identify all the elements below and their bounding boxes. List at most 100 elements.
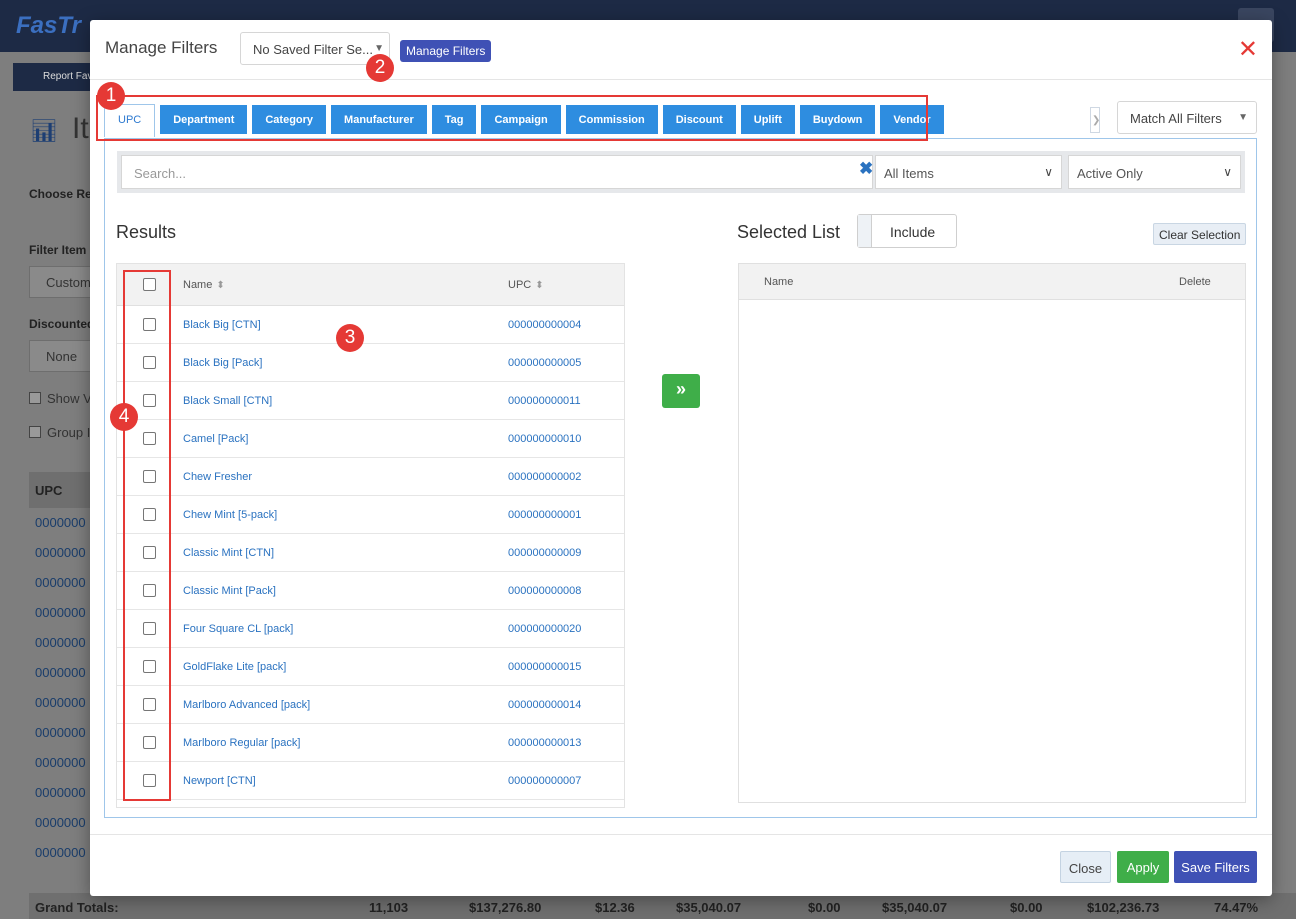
search-input[interactable]: Search... [121, 155, 873, 189]
status-select[interactable]: Active Only ∨ [1068, 155, 1241, 189]
item-upc-link[interactable]: 000000000009 [508, 547, 581, 559]
results-title: Results [116, 222, 177, 242]
grand-totals-row: Grand Totals: 11,103 $137,276.80 $12.36 … [29, 893, 1296, 919]
bg-table-cell[interactable]: 0000000 [35, 815, 86, 830]
choose-report-label: Choose Rep [29, 187, 100, 201]
item-name-link[interactable]: Marlboro Advanced [pack] [183, 699, 310, 711]
manage-filters-modal: Manage Filters No Saved Filter Se... ▼ M… [90, 20, 1272, 896]
total-value: $137,276.80 [469, 900, 542, 915]
close-button[interactable]: Close [1060, 851, 1111, 883]
match-filters-value: Match All Filters [1130, 111, 1222, 126]
total-value: $12.36 [595, 900, 635, 915]
bg-table-cell[interactable]: 0000000 [35, 725, 86, 740]
item-name-link[interactable]: Marlboro Regular [pack] [183, 737, 300, 749]
table-row: Marlboro Advanced [pack] 000000000014 [117, 686, 624, 724]
app-logo: FasTr [16, 12, 81, 39]
items-select[interactable]: All Items ∨ [875, 155, 1062, 189]
table-row: Camel [Pack] 000000000010 [117, 420, 624, 458]
column-header-name[interactable]: Name ⬍ [183, 279, 225, 291]
manage-filters-button[interactable]: Manage Filters [400, 40, 492, 62]
bg-table-cell[interactable]: 0000000 [35, 845, 86, 860]
saved-filter-value: No Saved Filter Se... [253, 42, 373, 57]
item-name-link[interactable]: Black Big [Pack] [183, 357, 262, 369]
total-value: $0.00 [1010, 900, 1043, 915]
clear-selection-button[interactable]: Clear Selection [1153, 223, 1247, 245]
item-upc-link[interactable]: 000000000004 [508, 319, 581, 331]
item-upc-link[interactable]: 000000000020 [508, 623, 581, 635]
match-filters-select[interactable]: Match All Filters ▼ [1117, 101, 1257, 134]
item-name-link[interactable]: Black Small [CTN] [183, 395, 272, 407]
total-value: $35,040.07 [676, 900, 742, 915]
bg-table-cell[interactable]: 0000000 [35, 545, 86, 560]
table-row: GoldFlake Lite [pack] 000000000015 [117, 648, 624, 686]
table-row: Marlboro Regular [pack] 000000000013 [117, 724, 624, 762]
bg-table-header-upc: UPC [29, 472, 91, 508]
apply-button[interactable]: Apply [1117, 851, 1169, 883]
item-upc-link[interactable]: 000000000010 [508, 433, 581, 445]
group-checkbox[interactable]: Group I [29, 425, 90, 440]
item-upc-link[interactable]: 000000000015 [508, 661, 581, 673]
item-name-link[interactable]: Camel [Pack] [183, 433, 248, 445]
include-toggle[interactable]: Include [857, 214, 957, 248]
filter-items-select[interactable]: Custom [29, 266, 91, 298]
table-row: Black Small [CTN] 000000000011 [117, 382, 624, 420]
item-upc-link[interactable]: 000000000008 [508, 585, 581, 597]
sort-icon: ⬍ [216, 280, 225, 291]
total-value: $102,236.73 [1087, 900, 1160, 915]
modal-header: Manage Filters No Saved Filter Se... ▼ M… [90, 20, 1272, 80]
close-icon[interactable]: ✕ [1238, 38, 1258, 62]
item-upc-link[interactable]: 000000000001 [508, 509, 581, 521]
clear-search-icon[interactable]: ✖ [859, 159, 873, 179]
table-row: Four Square CL [pack] 000000000020 [117, 610, 624, 648]
item-upc-link[interactable]: 000000000005 [508, 357, 581, 369]
annotation-marker-4: 4 [110, 403, 138, 431]
results-table-header: Name ⬍ UPC ⬍ [117, 264, 624, 306]
report-favorites-button[interactable]: Report Fav [13, 63, 93, 91]
tabs-scroll-right-icon[interactable]: ❯ [1090, 107, 1100, 133]
chevron-down-icon: ∨ [1223, 165, 1232, 179]
annotation-marker-1: 1 [97, 82, 125, 110]
add-selected-button[interactable]: » [662, 374, 700, 408]
item-name-link[interactable]: Chew Mint [5-pack] [183, 509, 277, 521]
item-upc-link[interactable]: 000000000002 [508, 471, 581, 483]
toggle-knob [858, 215, 872, 247]
include-toggle-label: Include [890, 224, 936, 240]
item-upc-link[interactable]: 000000000011 [508, 395, 581, 407]
item-name-link[interactable]: Black Big [CTN] [183, 319, 261, 331]
chart-icon: 📊︎ [30, 118, 58, 143]
selected-list-title: Selected List [737, 222, 841, 242]
bg-table-cell[interactable]: 0000000 [35, 605, 86, 620]
table-row: Black Big [Pack] 000000000005 [117, 344, 624, 382]
item-upc-link[interactable]: 000000000007 [508, 775, 581, 787]
bg-table-cell[interactable]: 0000000 [35, 695, 86, 710]
item-upc-link[interactable]: 000000000014 [508, 699, 581, 711]
item-name-link[interactable]: Classic Mint [Pack] [183, 585, 276, 597]
item-name-link[interactable]: Classic Mint [CTN] [183, 547, 274, 559]
bg-table-cell[interactable]: 0000000 [35, 665, 86, 680]
annotation-marker-2: 2 [366, 54, 394, 82]
filter-items-label: Filter Item [29, 243, 87, 257]
items-select-value: All Items [884, 166, 934, 181]
save-filters-button[interactable]: Save Filters [1174, 851, 1257, 883]
annotation-marker-3: 3 [336, 324, 364, 352]
show-checkbox[interactable]: Show V [29, 391, 92, 406]
status-select-value: Active Only [1077, 166, 1143, 181]
item-name-link[interactable]: Four Square CL [pack] [183, 623, 293, 635]
total-value: $0.00 [808, 900, 841, 915]
annotation-box-checkboxes [123, 270, 171, 801]
bg-table-cell[interactable]: 0000000 [35, 785, 86, 800]
item-upc-link[interactable]: 000000000013 [508, 737, 581, 749]
discounted-label: Discounted [29, 317, 95, 331]
bg-table-cell[interactable]: 0000000 [35, 575, 86, 590]
total-value: 74.47% [1214, 900, 1259, 915]
bg-table-cell[interactable]: 0000000 [35, 515, 86, 530]
bg-table-cell[interactable]: 0000000 [35, 635, 86, 650]
total-value: $35,040.07 [882, 900, 948, 915]
search-bar: Search... ✖ All Items ∨ Active Only ∨ [117, 151, 1245, 193]
discounted-select[interactable]: None [29, 340, 91, 372]
item-name-link[interactable]: Newport [CTN] [183, 775, 256, 787]
column-header-upc[interactable]: UPC ⬍ [508, 279, 544, 291]
item-name-link[interactable]: Chew Fresher [183, 471, 252, 483]
bg-table-cell[interactable]: 0000000 [35, 755, 86, 770]
item-name-link[interactable]: GoldFlake Lite [pack] [183, 661, 286, 673]
